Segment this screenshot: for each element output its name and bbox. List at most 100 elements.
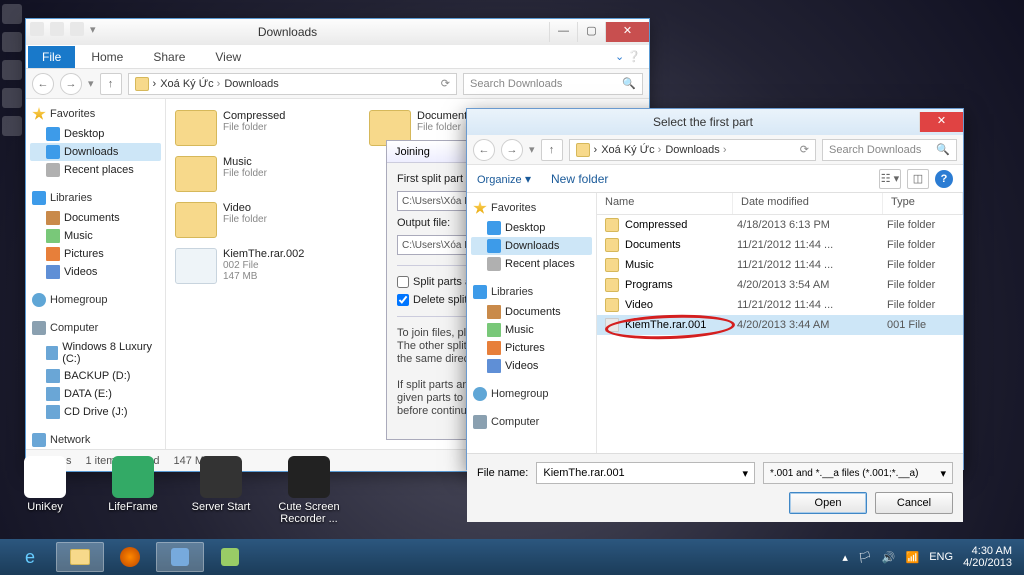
- list-item[interactable]: Programs4/20/2013 3:54 AMFile folder: [597, 275, 963, 295]
- ribbon-expand-icon[interactable]: ⌄ ❔: [607, 50, 649, 63]
- taskbar[interactable]: e ▴ 🏳 🔊 📶 ENG 4:30 AM4/20/2013: [0, 539, 1024, 575]
- nav-homegroup-header[interactable]: Homegroup: [471, 385, 592, 403]
- tray-action-center-icon[interactable]: 🏳: [858, 551, 872, 564]
- list-item[interactable]: Documents11/21/2012 11:44 ...File folder: [597, 235, 963, 255]
- search-input[interactable]: Search Downloads 🔍: [463, 73, 643, 95]
- list-item[interactable]: Music11/21/2012 11:44 ...File folder: [597, 255, 963, 275]
- col-date[interactable]: Date modified: [733, 193, 883, 214]
- desktop-shortcut[interactable]: LifeFrame: [102, 456, 164, 525]
- breadcrumb-segment[interactable]: Downloads: [665, 144, 726, 156]
- qat-icon[interactable]: [50, 22, 64, 36]
- forward-button[interactable]: →: [501, 139, 523, 161]
- nav-homegroup-header[interactable]: Homegroup: [30, 291, 161, 309]
- nav-videos[interactable]: Videos: [471, 357, 592, 375]
- navigation-pane[interactable]: Favorites Desktop Downloads Recent place…: [26, 99, 166, 449]
- ribbon-home-tab[interactable]: Home: [77, 46, 137, 68]
- nav-drive[interactable]: Windows 8 Luxury (C:): [30, 339, 161, 367]
- nav-downloads[interactable]: Downloads: [471, 237, 592, 255]
- view-mode-button[interactable]: ☷ ▾: [879, 169, 901, 189]
- back-button[interactable]: ←: [32, 73, 54, 95]
- preview-pane-button[interactable]: ◫: [907, 169, 929, 189]
- desktop-icon[interactable]: [2, 116, 22, 136]
- tray-volume-icon[interactable]: 🔊: [882, 551, 896, 564]
- ribbon-share-tab[interactable]: Share: [139, 46, 199, 68]
- taskbar-ie[interactable]: e: [6, 542, 54, 572]
- taskbar-firefox[interactable]: [106, 542, 154, 572]
- chevron-down-icon[interactable]: ▾: [90, 23, 96, 36]
- tray-lang[interactable]: ENG: [929, 551, 953, 563]
- nav-pictures[interactable]: Pictures: [30, 245, 161, 263]
- nav-favorites-header[interactable]: Favorites: [30, 105, 161, 123]
- nav-documents[interactable]: Documents: [471, 303, 592, 321]
- desktop-icon[interactable]: [2, 60, 22, 80]
- minimize-button[interactable]: —: [549, 22, 577, 42]
- folder-item[interactable]: VideoFile folder: [172, 199, 356, 241]
- taskbar-explorer[interactable]: [56, 542, 104, 572]
- ribbon-file-tab[interactable]: File: [28, 46, 75, 68]
- nav-videos[interactable]: Videos: [30, 263, 161, 281]
- nav-libraries-header[interactable]: Libraries: [471, 283, 592, 301]
- col-name[interactable]: Name: [597, 193, 733, 214]
- desktop-icon[interactable]: [2, 32, 22, 52]
- nav-desktop[interactable]: Desktop: [30, 125, 161, 143]
- tray-expand-icon[interactable]: ▴: [842, 551, 848, 564]
- nav-recent[interactable]: Recent places: [30, 161, 161, 179]
- file-name-input[interactable]: KiemThe.rar.001▾: [536, 462, 755, 484]
- desktop-shortcut[interactable]: Server Start: [190, 456, 252, 525]
- cancel-button[interactable]: Cancel: [875, 492, 953, 514]
- nav-computer-header[interactable]: Computer: [30, 319, 161, 337]
- system-tray[interactable]: ▴ 🏳 🔊 📶 ENG 4:30 AM4/20/2013: [842, 545, 1018, 569]
- organize-button[interactable]: Organize ▾: [477, 172, 531, 186]
- up-button[interactable]: ↑: [541, 139, 563, 161]
- forward-button[interactable]: →: [60, 73, 82, 95]
- navigation-pane[interactable]: Favorites Desktop Downloads Recent place…: [467, 193, 597, 453]
- nav-pictures[interactable]: Pictures: [471, 339, 592, 357]
- search-input[interactable]: Search Downloads 🔍: [822, 139, 957, 161]
- nav-desktop[interactable]: Desktop: [471, 219, 592, 237]
- desktop-icon[interactable]: [2, 4, 22, 24]
- titlebar[interactable]: Select the first part ✕: [467, 109, 963, 135]
- close-button[interactable]: ✕: [605, 22, 649, 42]
- tray-clock[interactable]: 4:30 AM4/20/2013: [963, 545, 1012, 569]
- taskbar-app[interactable]: [156, 542, 204, 572]
- address-path[interactable]: › Xoá Ký Ức Downloads ⟳: [569, 139, 816, 161]
- breadcrumb-segment[interactable]: Xoá Ký Ức: [601, 144, 661, 156]
- chevron-down-icon[interactable]: ▾: [742, 467, 748, 480]
- qat-icon[interactable]: [70, 22, 84, 36]
- nav-computer-header[interactable]: Computer: [471, 413, 592, 431]
- desktop-shortcut[interactable]: Cute Screen Recorder ...: [278, 456, 340, 525]
- nav-documents[interactable]: Documents: [30, 209, 161, 227]
- history-dropdown[interactable]: ▾: [88, 77, 94, 90]
- ribbon-view-tab[interactable]: View: [201, 46, 255, 68]
- open-file-dialog[interactable]: Select the first part ✕ ← → ▾ ↑ › Xoá Ký…: [466, 108, 964, 470]
- open-button[interactable]: Open: [789, 492, 867, 514]
- desktop-shortcut[interactable]: UniKey: [14, 456, 76, 525]
- breadcrumb-segment[interactable]: Downloads: [224, 78, 278, 90]
- nav-music[interactable]: Music: [30, 227, 161, 245]
- list-item[interactable]: Video11/21/2012 11:44 ...File folder: [597, 295, 963, 315]
- file-type-filter[interactable]: *.001 and *.__a files (*.001;*.__a)▾: [763, 462, 953, 484]
- qat-icon[interactable]: [30, 22, 44, 36]
- chevron-down-icon[interactable]: ▾: [940, 467, 946, 480]
- tray-network-icon[interactable]: 📶: [906, 551, 920, 564]
- close-button[interactable]: ✕: [919, 112, 963, 132]
- nav-downloads[interactable]: Downloads: [30, 143, 161, 161]
- folder-item[interactable]: CompressedFile folder: [172, 107, 356, 149]
- nav-libraries-header[interactable]: Libraries: [30, 189, 161, 207]
- file-list[interactable]: Name Date modified Type Compressed4/18/2…: [597, 193, 963, 453]
- address-path[interactable]: › Xoá Ký Ức Downloads ⟳: [128, 73, 457, 95]
- file-item[interactable]: KiemThe.rar.002002 File147 MB: [172, 245, 356, 287]
- list-item[interactable]: Compressed4/18/2013 6:13 PMFile folder: [597, 215, 963, 235]
- titlebar[interactable]: Downloads — ▢ ✕: [26, 19, 649, 45]
- nav-recent[interactable]: Recent places: [471, 255, 592, 273]
- nav-music[interactable]: Music: [471, 321, 592, 339]
- taskbar-app[interactable]: [206, 542, 254, 572]
- history-dropdown[interactable]: ▾: [529, 143, 535, 156]
- nav-favorites-header[interactable]: Favorites: [471, 199, 592, 217]
- col-type[interactable]: Type: [883, 193, 963, 214]
- breadcrumb-segment[interactable]: Xoá Ký Ức: [160, 78, 220, 90]
- up-button[interactable]: ↑: [100, 73, 122, 95]
- desktop-icon[interactable]: [2, 88, 22, 108]
- maximize-button[interactable]: ▢: [577, 22, 605, 42]
- help-icon[interactable]: ?: [935, 170, 953, 188]
